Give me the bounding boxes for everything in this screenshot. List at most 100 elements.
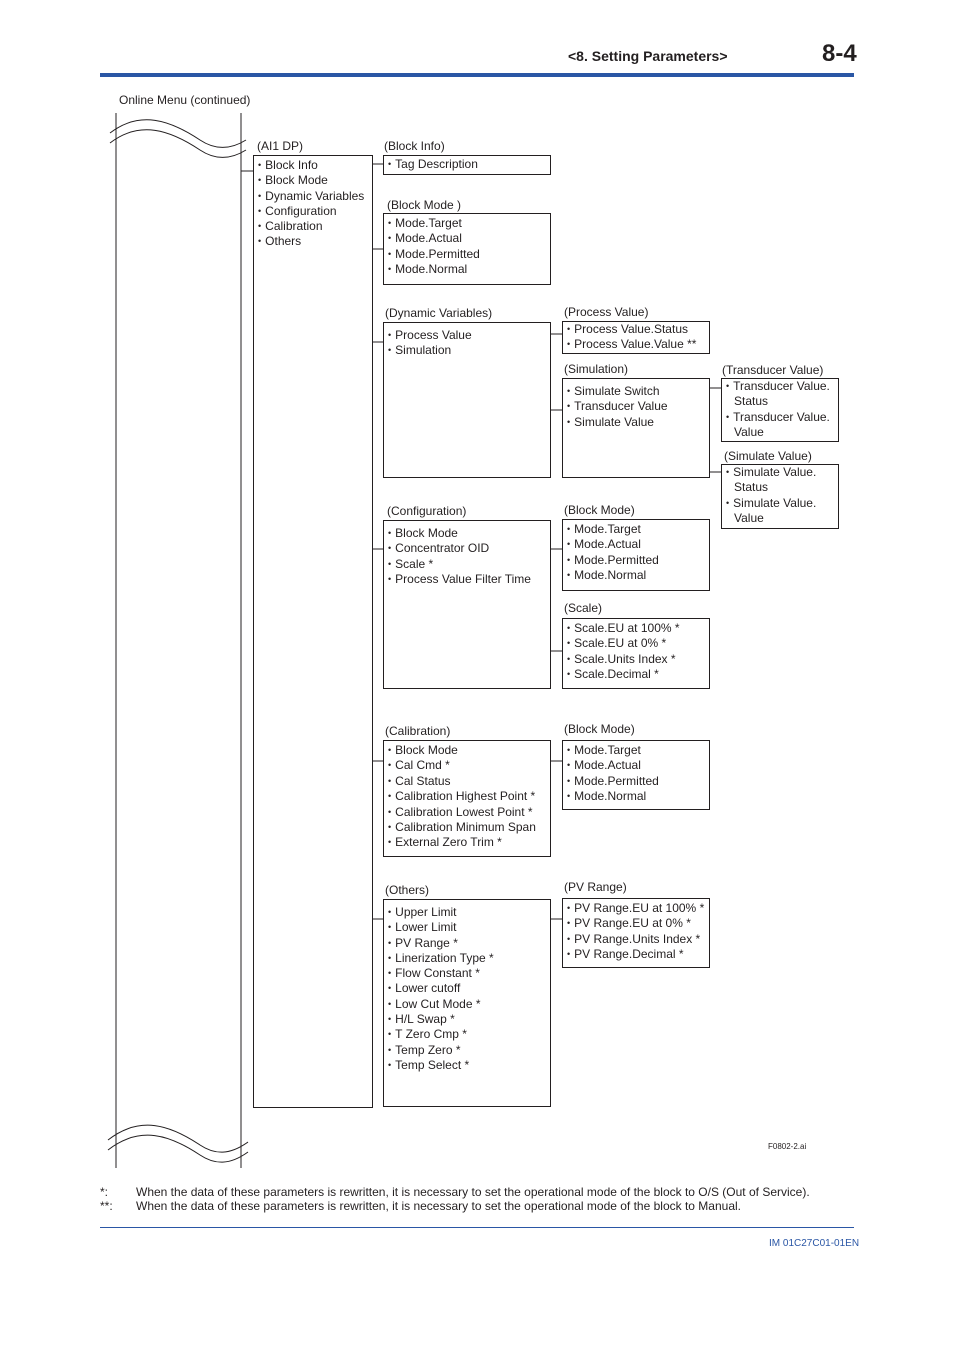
- ai1dp-title: (AI1 DP): [257, 139, 304, 153]
- menu-item-list: Scale.EU at 100% *Scale.EU at 0% *Scale.…: [567, 621, 705, 682]
- menu-item: Cal Cmd *: [388, 758, 546, 773]
- block-info-title: (Block Info): [384, 139, 445, 153]
- menu-item: PV Range.EU at 0% *: [567, 916, 705, 931]
- menu-item: Configuration: [258, 204, 368, 219]
- menu-item: Transducer Value. Status: [726, 379, 834, 410]
- menu-item: Mode.Normal: [567, 789, 705, 804]
- menu-item: Temp Zero *: [388, 1043, 546, 1058]
- menu-item: Mode.Actual: [567, 758, 705, 773]
- menu-item: PV Range.Decimal *: [567, 947, 705, 962]
- menu-item: Scale *: [388, 557, 546, 572]
- menu-item-list: PV Range.EU at 100% *PV Range.EU at 0% *…: [567, 901, 705, 962]
- menu-item: T Zero Cmp *: [388, 1027, 546, 1042]
- menu-item: Simulation: [388, 343, 546, 358]
- menu-item: Block Mode: [258, 173, 368, 188]
- footnote-text: When the data of these parameters is rew…: [136, 1199, 741, 1213]
- menu-item: Mode.Target: [388, 216, 546, 231]
- simulate-value-menu: Simulate Value. StatusSimulate Value. Va…: [721, 464, 839, 529]
- menu-item: Concentrator OID: [388, 541, 546, 556]
- menu-item-list: Upper LimitLower LimitPV Range *Lineriza…: [388, 905, 546, 1073]
- menu-item: Block Mode: [388, 526, 546, 541]
- process-value-title: (Process Value): [564, 305, 649, 319]
- menu-item: Calibration Minimum Span: [388, 820, 546, 835]
- menu-item-list: Mode.TargetMode.ActualMode.PermittedMode…: [567, 743, 705, 804]
- menu-item-list: Block ModeConcentrator OIDScale *Process…: [388, 526, 546, 587]
- menu-item-list: Process Value.StatusProcess Value.Value …: [567, 322, 705, 353]
- cal-block-mode-title: (Block Mode): [564, 722, 635, 736]
- pv-range-title: (PV Range): [564, 880, 627, 894]
- menu-item: PV Range.EU at 100% *: [567, 901, 705, 916]
- menu-item: PV Range.Units Index *: [567, 932, 705, 947]
- menu-item: Process Value Filter Time: [388, 572, 546, 587]
- simulation-title: (Simulation): [564, 362, 629, 376]
- config-block-mode-menu: Mode.TargetMode.ActualMode.PermittedMode…: [562, 519, 710, 591]
- block-mode-title: (Block Mode ): [387, 198, 462, 212]
- menu-item: Mode.Actual: [567, 537, 705, 552]
- menu-item: Block Mode: [388, 743, 546, 758]
- block-mode-menu: Mode.TargetMode.ActualMode.PermittedMode…: [383, 213, 551, 285]
- cal-block-mode-menu: Mode.TargetMode.ActualMode.PermittedMode…: [562, 740, 710, 810]
- menu-item-list: Mode.TargetMode.ActualMode.PermittedMode…: [388, 216, 546, 277]
- menu-item: Transducer Value. Value: [726, 410, 834, 441]
- dynamic-variables-title: (Dynamic Variables): [385, 306, 493, 320]
- menu-item: Scale.EU at 0% *: [567, 636, 705, 651]
- configuration-title: (Configuration): [387, 504, 467, 518]
- menu-item: Lower Limit: [388, 920, 546, 935]
- menu-item-list: Simulate Value. StatusSimulate Value. Va…: [726, 465, 834, 526]
- figure-id: F0802-2.ai: [768, 1142, 807, 1151]
- menu-item: Transducer Value: [567, 399, 705, 414]
- menu-item: H/L Swap *: [388, 1012, 546, 1027]
- menu-item-list: Tag Description: [388, 157, 546, 172]
- menu-item: Mode.Permitted: [567, 774, 705, 789]
- menu-item-list: Mode.TargetMode.ActualMode.PermittedMode…: [567, 522, 705, 583]
- footnotes: *: When the data of these parameters is …: [100, 1185, 810, 1213]
- menu-item: Mode.Permitted: [567, 553, 705, 568]
- calibration-title: (Calibration): [385, 724, 451, 738]
- menu-item: Mode.Target: [567, 522, 705, 537]
- menu-item: Simulate Switch: [567, 384, 705, 399]
- menu-item: Mode.Permitted: [388, 247, 546, 262]
- menu-item: Scale.Decimal *: [567, 667, 705, 682]
- menu-item: Flow Constant *: [388, 966, 546, 981]
- menu-item: Others: [258, 234, 368, 249]
- footnote: *: When the data of these parameters is …: [100, 1185, 810, 1199]
- simulate-value-title: (Simulate Value): [724, 449, 812, 463]
- menu-item: Low Cut Mode *: [388, 997, 546, 1012]
- menu-item: Linerization Type *: [388, 951, 546, 966]
- block-info-menu: Tag Description: [383, 155, 551, 175]
- config-block-mode-title: (Block Mode): [564, 503, 635, 517]
- configuration-menu: Block ModeConcentrator OIDScale *Process…: [383, 520, 551, 689]
- menu-item: Mode.Target: [567, 743, 705, 758]
- menu-item: Simulate Value. Status: [726, 465, 834, 496]
- scale-menu: Scale.EU at 100% *Scale.EU at 0% *Scale.…: [562, 618, 710, 689]
- menu-item: PV Range *: [388, 936, 546, 951]
- menu-item: Scale.Units Index *: [567, 652, 705, 667]
- menu-item: Scale.EU at 100% *: [567, 621, 705, 636]
- menu-item: Dynamic Variables: [258, 189, 368, 204]
- menu-item: Simulate Value: [567, 415, 705, 430]
- break-wave-top-1: [109, 119, 247, 148]
- transducer-value-menu: Transducer Value. StatusTransducer Value…: [721, 378, 839, 442]
- menu-item-list: Transducer Value. StatusTransducer Value…: [726, 379, 834, 440]
- menu-item-list: Simulate SwitchTransducer ValueSimulate …: [567, 384, 705, 430]
- menu-item: Calibration Lowest Point *: [388, 805, 546, 820]
- menu-item: Calibration Highest Point *: [388, 789, 546, 804]
- footnote-mark: *:: [100, 1185, 109, 1199]
- menu-item-list: Process ValueSimulation: [388, 328, 546, 359]
- document-id: IM 01C27C01-01EN: [769, 1238, 860, 1249]
- menu-item: Mode.Normal: [567, 568, 705, 583]
- menu-item: Cal Status: [388, 774, 546, 789]
- menu-item: Upper Limit: [388, 905, 546, 920]
- break-wave-top-2: [109, 129, 247, 158]
- others-menu: Upper LimitLower LimitPV Range *Lineriza…: [383, 899, 551, 1107]
- dynamic-variables-menu: Process ValueSimulation: [383, 322, 551, 478]
- others-title: (Others): [385, 883, 430, 897]
- menu-item: Mode.Normal: [388, 262, 546, 277]
- menu-item-list: Block InfoBlock ModeDynamic VariablesCon…: [258, 158, 368, 250]
- transducer-value-title: (Transducer Value): [722, 363, 824, 377]
- footer-rule: [100, 1227, 854, 1228]
- menu-item: Block Info: [258, 158, 368, 173]
- menu-item: Lower cutoff: [388, 981, 546, 996]
- footnote-mark: **:: [100, 1199, 113, 1213]
- menu-item: External Zero Trim *: [388, 835, 546, 850]
